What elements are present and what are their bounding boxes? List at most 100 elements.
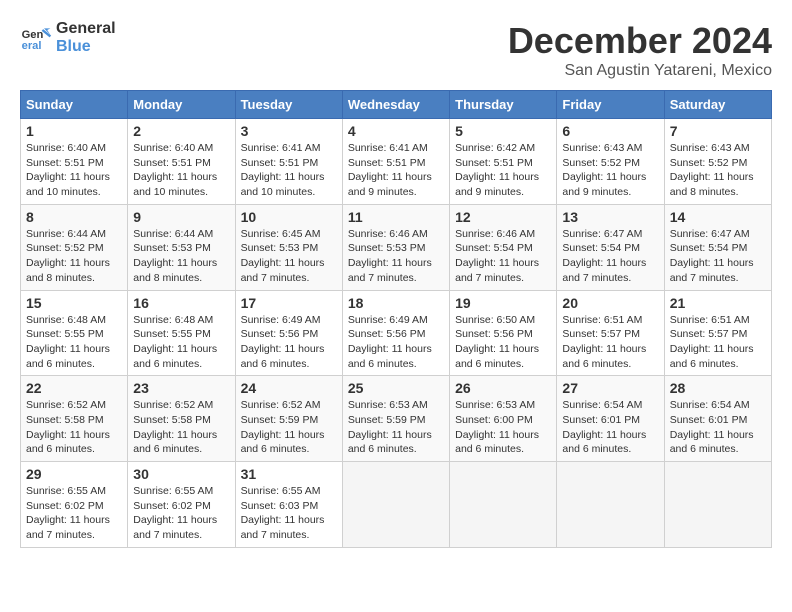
calendar-cell: 14Sunrise: 6:47 AMSunset: 5:54 PMDayligh… (664, 204, 771, 290)
day-number: 20 (562, 295, 658, 311)
day-detail: Sunrise: 6:43 AMSunset: 5:52 PMDaylight:… (562, 141, 658, 200)
day-number: 5 (455, 123, 551, 139)
day-detail: Sunrise: 6:55 AMSunset: 6:02 PMDaylight:… (26, 484, 122, 543)
day-number: 12 (455, 209, 551, 225)
day-detail: Sunrise: 6:49 AMSunset: 5:56 PMDaylight:… (241, 313, 337, 372)
day-number: 31 (241, 466, 337, 482)
calendar-body: 1 Sunrise: 6:40 AMSunset: 5:51 PMDaylight… (21, 119, 772, 548)
day-detail: Sunrise: 6:55 AMSunset: 6:03 PMDaylight:… (241, 484, 337, 543)
calendar-cell: 27 Sunrise: 6:54 AMSunset: 6:01 PMDayligh… (557, 376, 664, 462)
day-number: 7 (670, 123, 766, 139)
day-number: 9 (133, 209, 229, 225)
calendar-row: 8Sunrise: 6:44 AMSunset: 5:52 PMDaylight… (21, 204, 772, 290)
calendar-row: 29Sunrise: 6:55 AMSunset: 6:02 PMDayligh… (21, 462, 772, 548)
calendar-cell: 7 Sunrise: 6:43 AMSunset: 5:52 PMDaylight… (664, 119, 771, 205)
day-detail: Sunrise: 6:42 AMSunset: 5:51 PMDaylight:… (455, 141, 551, 200)
day-number: 19 (455, 295, 551, 311)
day-number: 1 (26, 123, 122, 139)
weekday-header: Saturday (664, 91, 771, 119)
day-detail: Sunrise: 6:47 AMSunset: 5:54 PMDaylight:… (562, 227, 658, 286)
calendar-cell: 24 Sunrise: 6:52 AMSunset: 5:59 PMDayligh… (235, 376, 342, 462)
day-detail: Sunrise: 6:51 AMSunset: 5:57 PMDaylight:… (562, 313, 658, 372)
weekday-header: Monday (128, 91, 235, 119)
day-detail: Sunrise: 6:52 AMSunset: 5:58 PMDaylight:… (26, 398, 122, 457)
calendar-cell: 2Sunrise: 6:40 AMSunset: 5:51 PMDaylight… (128, 119, 235, 205)
svg-text:eral: eral (22, 40, 42, 52)
day-detail: Sunrise: 6:40 AMSunset: 5:51 PMDaylight:… (26, 141, 122, 200)
day-detail: Sunrise: 6:48 AMSunset: 5:55 PMDaylight:… (133, 313, 229, 372)
day-detail: Sunrise: 6:53 AMSunset: 6:00 PMDaylight:… (455, 398, 551, 457)
day-detail: Sunrise: 6:41 AMSunset: 5:51 PMDaylight:… (241, 141, 337, 200)
day-detail: Sunrise: 6:44 AMSunset: 5:52 PMDaylight:… (26, 227, 122, 286)
day-number: 11 (348, 209, 444, 225)
calendar-cell: 15Sunrise: 6:48 AMSunset: 5:55 PMDayligh… (21, 290, 128, 376)
calendar-cell: 17 Sunrise: 6:49 AMSunset: 5:56 PMDayligh… (235, 290, 342, 376)
day-detail: Sunrise: 6:55 AMSunset: 6:02 PMDaylight:… (133, 484, 229, 543)
day-number: 30 (133, 466, 229, 482)
calendar-cell: 11 Sunrise: 6:46 AMSunset: 5:53 PMDayligh… (342, 204, 449, 290)
calendar-cell: 1 Sunrise: 6:40 AMSunset: 5:51 PMDaylight… (21, 119, 128, 205)
weekday-header: Thursday (450, 91, 557, 119)
calendar-cell: 12 Sunrise: 6:46 AMSunset: 5:54 PMDayligh… (450, 204, 557, 290)
day-detail: Sunrise: 6:46 AMSunset: 5:54 PMDaylight:… (455, 227, 551, 286)
calendar-cell: 8Sunrise: 6:44 AMSunset: 5:52 PMDaylight… (21, 204, 128, 290)
calendar-cell: 20 Sunrise: 6:51 AMSunset: 5:57 PMDayligh… (557, 290, 664, 376)
day-number: 2 (133, 123, 229, 139)
day-number: 22 (26, 380, 122, 396)
day-number: 16 (133, 295, 229, 311)
day-number: 15 (26, 295, 122, 311)
calendar-row: 22 Sunrise: 6:52 AMSunset: 5:58 PMDayligh… (21, 376, 772, 462)
day-number: 6 (562, 123, 658, 139)
day-number: 17 (241, 295, 337, 311)
day-detail: Sunrise: 6:47 AMSunset: 5:54 PMDaylight:… (670, 227, 766, 286)
day-number: 26 (455, 380, 551, 396)
calendar-row: 15 Sunrise: 6:48 AMSunset: 5:55 PMDayligh… (21, 290, 772, 376)
weekday-header: Tuesday (235, 91, 342, 119)
day-number: 3 (241, 123, 337, 139)
calendar-cell: 13 Sunrise: 6:47 AMSunset: 5:54 PMDayligh… (557, 204, 664, 290)
day-number: 28 (670, 380, 766, 396)
calendar-cell: 5 Sunrise: 6:42 AMSunset: 5:51 PMDaylight… (450, 119, 557, 205)
svg-text:Gen: Gen (22, 29, 44, 41)
day-number: 10 (241, 209, 337, 225)
weekday-header: Wednesday (342, 91, 449, 119)
weekday-header: Sunday (21, 91, 128, 119)
day-detail: Sunrise: 6:49 AMSunset: 5:56 PMDaylight:… (348, 313, 444, 372)
day-detail: Sunrise: 6:46 AMSunset: 5:53 PMDaylight:… (348, 227, 444, 286)
day-number: 27 (562, 380, 658, 396)
page-header: Gen eral General Blue December 2024 San … (20, 20, 772, 80)
calendar-cell: 29Sunrise: 6:55 AMSunset: 6:02 PMDayligh… (21, 462, 128, 548)
calendar-row: 1 Sunrise: 6:40 AMSunset: 5:51 PMDaylight… (21, 119, 772, 205)
day-detail: Sunrise: 6:52 AMSunset: 5:58 PMDaylight:… (133, 398, 229, 457)
weekday-header: Friday (557, 91, 664, 119)
day-detail: Sunrise: 6:50 AMSunset: 5:56 PMDaylight:… (455, 313, 551, 372)
logo: Gen eral General Blue (20, 20, 116, 55)
calendar-cell: 31 Sunrise: 6:55 AMSunset: 6:03 PMDayligh… (235, 462, 342, 548)
day-detail: Sunrise: 6:43 AMSunset: 5:52 PMDaylight:… (670, 141, 766, 200)
logo-line2: Blue (56, 38, 116, 56)
day-number: 4 (348, 123, 444, 139)
day-number: 24 (241, 380, 337, 396)
calendar-cell: 3 Sunrise: 6:41 AMSunset: 5:51 PMDaylight… (235, 119, 342, 205)
calendar-cell: 30 Sunrise: 6:55 AMSunset: 6:02 PMDayligh… (128, 462, 235, 548)
calendar-cell: 6 Sunrise: 6:43 AMSunset: 5:52 PMDaylight… (557, 119, 664, 205)
calendar-cell: 26 Sunrise: 6:53 AMSunset: 6:00 PMDayligh… (450, 376, 557, 462)
calendar-cell: 18Sunrise: 6:49 AMSunset: 5:56 PMDayligh… (342, 290, 449, 376)
day-detail: Sunrise: 6:53 AMSunset: 5:59 PMDaylight:… (348, 398, 444, 457)
day-detail: Sunrise: 6:44 AMSunset: 5:53 PMDaylight:… (133, 227, 229, 286)
day-number: 23 (133, 380, 229, 396)
day-number: 21 (670, 295, 766, 311)
calendar-cell: 10 Sunrise: 6:45 AMSunset: 5:53 PMDayligh… (235, 204, 342, 290)
calendar-cell: 25Sunrise: 6:53 AMSunset: 5:59 PMDayligh… (342, 376, 449, 462)
calendar-cell: 21Sunrise: 6:51 AMSunset: 5:57 PMDayligh… (664, 290, 771, 376)
calendar-cell (450, 462, 557, 548)
day-detail: Sunrise: 6:54 AMSunset: 6:01 PMDaylight:… (562, 398, 658, 457)
calendar-cell: 23 Sunrise: 6:52 AMSunset: 5:58 PMDayligh… (128, 376, 235, 462)
day-number: 13 (562, 209, 658, 225)
logo-icon: Gen eral (20, 22, 52, 54)
day-detail: Sunrise: 6:45 AMSunset: 5:53 PMDaylight:… (241, 227, 337, 286)
calendar-cell (664, 462, 771, 548)
calendar-cell: 28Sunrise: 6:54 AMSunset: 6:01 PMDayligh… (664, 376, 771, 462)
calendar-cell: 9 Sunrise: 6:44 AMSunset: 5:53 PMDaylight… (128, 204, 235, 290)
day-detail: Sunrise: 6:52 AMSunset: 5:59 PMDaylight:… (241, 398, 337, 457)
